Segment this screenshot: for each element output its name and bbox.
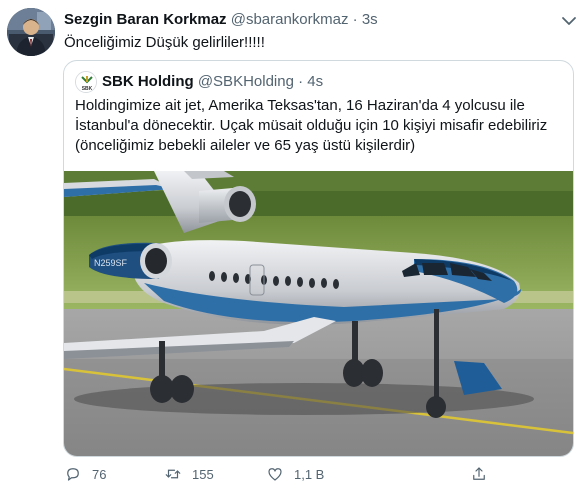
quoted-tweet[interactable]: SBK SBK Holding @SBKHolding · 4s Holding… xyxy=(63,60,574,457)
separator-dot: · xyxy=(352,11,358,28)
retweet-button[interactable]: 155 xyxy=(164,462,214,486)
like-button[interactable]: 1,1 B xyxy=(266,462,324,486)
tweet-time[interactable]: 3s xyxy=(362,11,378,28)
quoted-author-name[interactable]: SBK Holding xyxy=(102,73,194,90)
sbk-logo-icon: SBK xyxy=(76,72,96,92)
reply-count: 76 xyxy=(92,466,107,482)
heart-icon xyxy=(268,468,282,481)
like-count: 1,1 B xyxy=(294,466,325,482)
quoted-tweet-text: Holdingimize ait jet, Amerika Teksas'tan… xyxy=(75,96,567,156)
jet-photo: N259SF xyxy=(64,171,573,456)
svg-text:N259SF: N259SF xyxy=(94,258,128,268)
svg-text:SBK: SBK xyxy=(82,86,93,92)
author-avatar[interactable] xyxy=(7,8,55,56)
tweet-text: Önceliğimiz Düşük gelirliler!!!!! xyxy=(64,34,265,51)
tweet[interactable]: Sezgin Baran Korkmaz @sbarankorkmaz · 3s… xyxy=(0,0,587,491)
author-photo xyxy=(7,8,55,56)
author-name[interactable]: Sezgin Baran Korkmaz xyxy=(64,11,227,28)
share-button[interactable] xyxy=(470,462,488,486)
quoted-tweet-header: SBK Holding @SBKHolding · 4s xyxy=(102,72,323,92)
quoted-text-line: Holdingimize ait jet, Amerika Teksas'tan… xyxy=(75,97,525,114)
retweet-count: 155 xyxy=(192,466,214,482)
tweet-header: Sezgin Baran Korkmaz @sbarankorkmaz · 3s xyxy=(64,10,378,30)
reply-icon xyxy=(67,468,79,481)
tweet-media-jet-photo[interactable]: N259SF xyxy=(64,171,573,456)
quoted-tweet-time[interactable]: 4s xyxy=(307,73,323,90)
tweet-actions: 76 155 1,1 B xyxy=(60,462,510,486)
share-icon xyxy=(473,467,485,480)
quoted-text-line: (önceliğimiz bebekli aileler ve 65 yaş ü… xyxy=(75,137,416,154)
quoted-text-line: İstanbul'a dönecektir. Uçak müsait olduğ… xyxy=(75,117,548,134)
chevron-down-icon[interactable] xyxy=(560,14,578,28)
quoted-author-handle[interactable]: @SBKHolding xyxy=(198,73,294,90)
reply-button[interactable]: 76 xyxy=(64,462,106,486)
author-handle[interactable]: @sbarankorkmaz xyxy=(231,11,349,28)
retweet-icon xyxy=(165,469,181,479)
separator-dot: · xyxy=(298,73,304,90)
quoted-author-avatar[interactable]: SBK xyxy=(75,71,97,93)
